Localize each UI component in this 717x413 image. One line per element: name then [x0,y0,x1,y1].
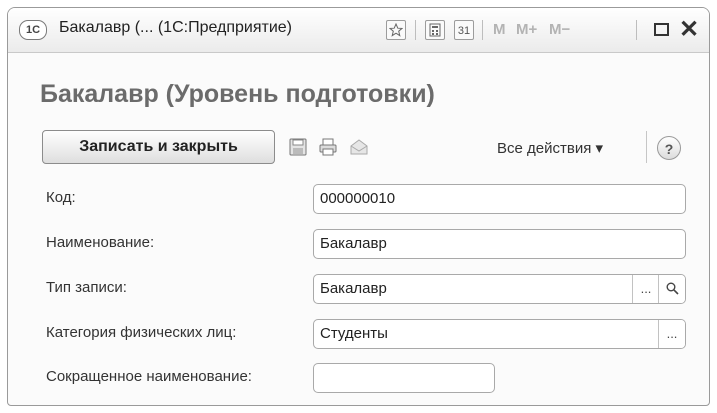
close-icon[interactable]: ✕ [679,16,699,44]
favorite-star-icon[interactable] [386,20,406,40]
maximize-icon[interactable] [654,23,669,36]
record-type-select-button[interactable]: ... [632,275,659,303]
name-field[interactable]: Бакалавр [313,229,686,259]
title-separator [415,20,416,40]
help-button[interactable]: ? [657,136,681,160]
save-disk-icon[interactable] [289,138,307,161]
field-label-person-category: Категория физических лиц: [46,324,237,341]
field-label-name: Наименование: [46,234,155,251]
post-document-icon[interactable] [349,139,369,160]
memory-m-minus-button[interactable]: M− [549,21,570,38]
short-name-field[interactable] [313,363,495,393]
print-icon[interactable] [319,138,337,161]
memory-m-plus-button[interactable]: M+ [516,21,537,38]
calendar-icon[interactable]: 31 [454,20,474,40]
form-window: 1С Бакалавр (... (1С:Предприятие) 31 M M… [7,7,710,406]
title-separator [636,20,637,40]
calendar-day: 31 [457,25,471,37]
all-actions-menu[interactable]: Все действия ▾ [497,139,603,157]
search-icon[interactable] [658,275,685,303]
title-separator [482,20,483,40]
title-bar: 1С Бакалавр (... (1С:Предприятие) 31 M M… [8,8,709,53]
save-and-close-button[interactable]: Записать и закрыть [42,130,275,164]
window-title: Бакалавр (... (1С:Предприятие) [59,19,292,36]
calculator-icon[interactable] [425,20,445,40]
app-logo-icon[interactable]: 1С [19,20,47,40]
field-label-code: Код: [46,189,76,206]
code-value: 000000010 [320,190,396,207]
record-type-value: Бакалавр [320,280,387,297]
toolbar-separator [646,131,647,163]
name-value: Бакалавр [320,235,387,252]
person-category-field[interactable]: Студенты ... [313,319,686,349]
form-heading: Бакалавр (Уровень подготовки) [40,80,435,108]
field-label-short-name: Сокращенное наименование: [46,368,252,385]
person-category-select-button[interactable]: ... [658,320,685,348]
person-category-value: Студенты [320,325,388,342]
field-label-record-type: Тип записи: [46,279,127,296]
code-field[interactable]: 000000010 [313,184,686,214]
memory-m-button[interactable]: M [493,21,506,38]
record-type-field[interactable]: Бакалавр ... [313,274,686,304]
